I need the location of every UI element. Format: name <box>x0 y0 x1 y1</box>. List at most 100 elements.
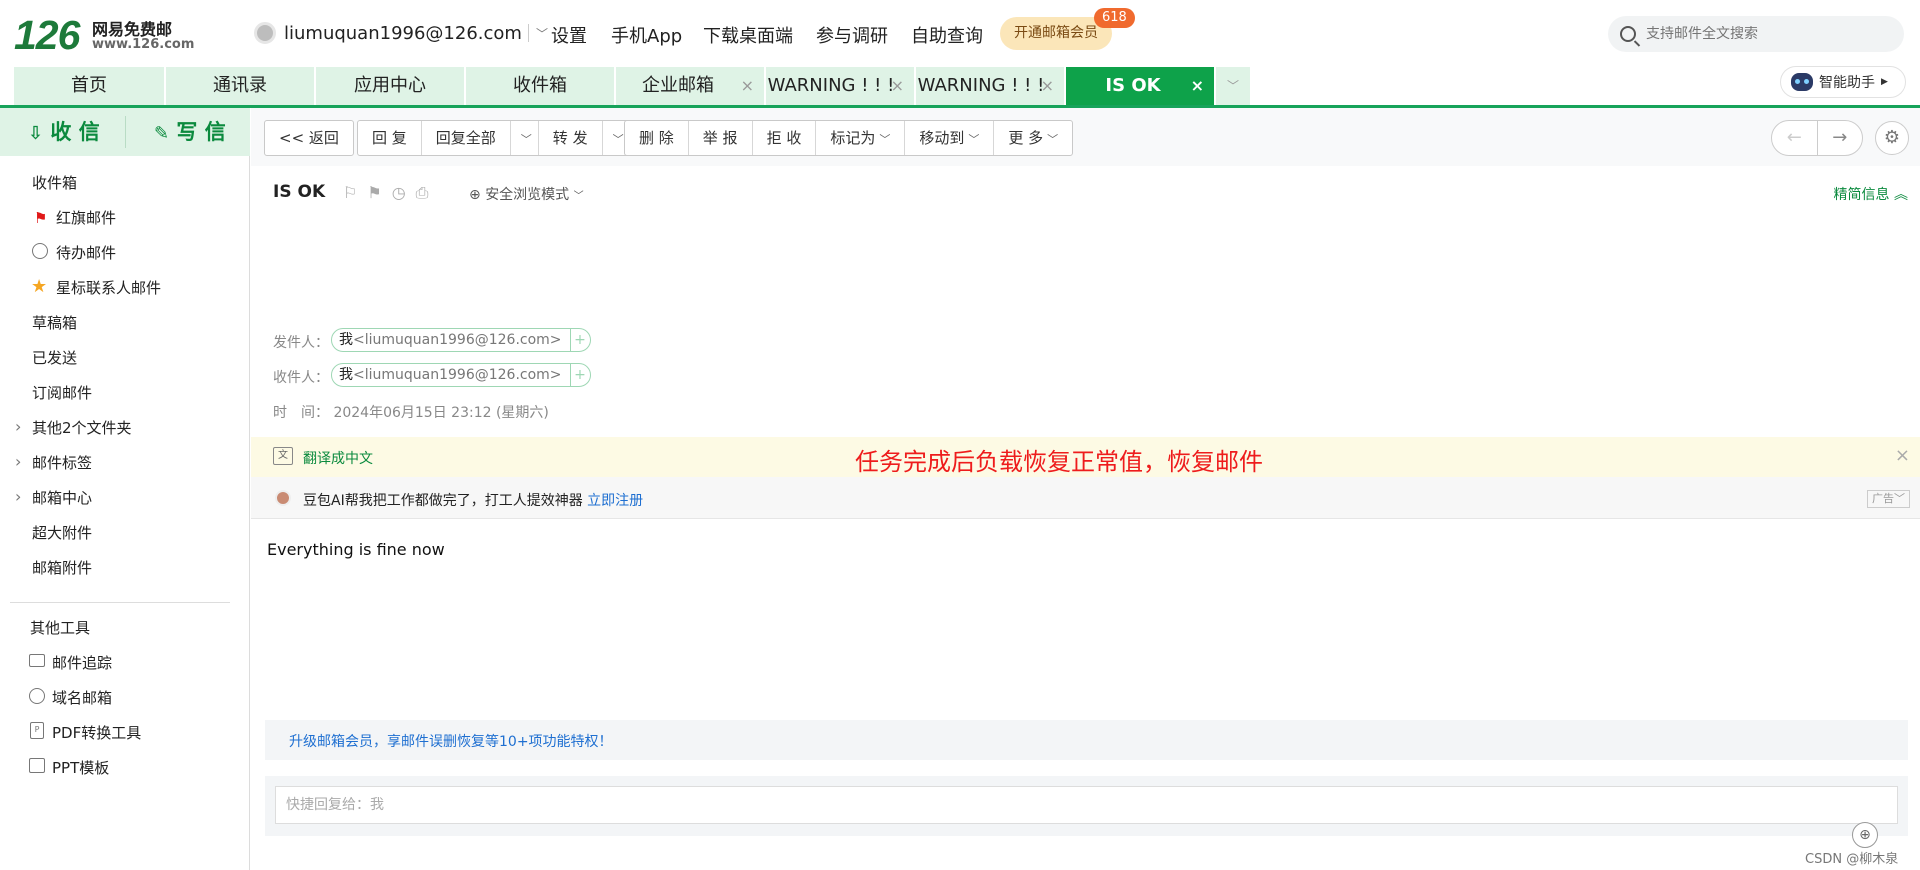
brief-info-toggle[interactable]: 精简信息 ︽ <box>1834 184 1908 204</box>
nav-survey[interactable]: 参与调研 <box>816 22 888 48</box>
mark-as-dropdown[interactable]: 标记为 ﹀ <box>816 121 906 155</box>
recipient-name: 我 <box>339 367 353 383</box>
mail-time: 时 间： 2024年06月15日 23:12 (星期六) <box>273 402 549 422</box>
tab-contacts[interactable]: 通讯录 <box>166 67 314 105</box>
tab-label: 首页 <box>71 75 107 96</box>
account-menu[interactable]: liumuquan1996@126.com ﹀ <box>254 22 548 44</box>
ad-avatar-icon <box>275 490 291 506</box>
logo-number: 126 <box>14 12 80 58</box>
tool-domain-mail[interactable]: 域名邮箱 <box>52 688 112 708</box>
delete-button[interactable]: 删 除 <box>625 121 689 155</box>
mail-subject: IS OK <box>273 182 326 202</box>
clock-icon <box>32 243 48 259</box>
close-icon[interactable]: × <box>741 67 754 105</box>
tab-warning-2[interactable]: WARNING ! ! ! × <box>916 67 1064 105</box>
nav-self-service[interactable]: 自助查询 <box>911 22 983 48</box>
nav-settings[interactable]: 设置 <box>551 22 587 48</box>
star-icon: ★ <box>31 276 48 297</box>
reply-options-dropdown[interactable]: ﹀ <box>511 121 539 155</box>
chevron-down-icon: ﹀ <box>612 133 624 146</box>
mail-reader: << 返回 回 复 回复全部 ﹀ 转 发 ﹀ 删 除 举 报 拒 收 标记为 ﹀ … <box>251 108 1920 870</box>
more-dropdown[interactable]: 更 多 ﹀ <box>994 121 1072 155</box>
move-to-label: 移动到 <box>919 129 965 147</box>
sidebar-item-mail-center[interactable]: 邮箱中心 <box>15 487 92 508</box>
search-input[interactable] <box>1646 26 1886 42</box>
vip-badge: 618 <box>1094 8 1135 28</box>
bookmark-icon[interactable]: ⚐ <box>343 183 357 203</box>
quick-reply-input[interactable]: 快捷回复给：我 <box>275 786 1898 824</box>
tab-app-center[interactable]: 应用中心 <box>316 67 464 105</box>
forward-button[interactable]: 转 发 <box>539 121 603 155</box>
ad-register-link[interactable]: 立即注册 <box>587 493 643 509</box>
tab-more-dropdown[interactable]: ﹀ <box>1216 67 1250 105</box>
tab-home[interactable]: 首页 <box>14 67 164 105</box>
tab-enterprise-mail[interactable]: 企业邮箱 × <box>616 67 764 105</box>
zoom-icon[interactable]: ⊕ <box>1852 822 1878 848</box>
tool-pdf-converter[interactable]: PDF转换工具 <box>52 723 141 743</box>
close-icon[interactable]: × <box>1041 67 1054 105</box>
nav-desktop-download[interactable]: 下载桌面端 <box>703 22 793 48</box>
tab-warning-1[interactable]: WARNING ! ! ! × <box>766 67 914 105</box>
upgrade-link[interactable]: 升级邮箱会员，享邮件误删恢复等10+项功能特权！ <box>289 731 613 751</box>
sidebar-item-labels[interactable]: 邮件标签 <box>15 452 92 473</box>
search-icon[interactable] <box>1620 26 1636 42</box>
add-contact-icon[interactable]: + <box>569 364 590 386</box>
reply-button[interactable]: 回 复 <box>358 121 422 155</box>
time-value: 2024年06月15日 23:12 (星期六) <box>333 405 549 421</box>
sidebar-item-attachments[interactable]: 邮箱附件 <box>32 558 92 578</box>
search-box[interactable] <box>1608 16 1904 52</box>
robot-icon <box>1791 73 1813 91</box>
divider <box>528 24 529 42</box>
tab-inbox[interactable]: 收件箱 <box>466 67 614 105</box>
write-button[interactable]: ✎ 写 信 <box>154 108 226 156</box>
tool-ppt-templates[interactable]: PPT模板 <box>52 758 109 778</box>
upgrade-banner: 升级邮箱会员，享邮件误删恢复等10+项功能特权！ <box>265 720 1908 760</box>
tool-mail-tracking[interactable]: 邮件追踪 <box>52 653 112 673</box>
top-bar: 126 网易免费邮 www.126.com liumuquan1996@126.… <box>0 0 1920 66</box>
nav-mobile-app[interactable]: 手机App <box>611 22 682 48</box>
gear-icon[interactable]: ⚙ <box>1875 121 1909 155</box>
smart-assistant-button[interactable]: 智能助手 ▶ <box>1780 66 1906 98</box>
mark-as-label: 标记为 <box>830 129 876 147</box>
add-contact-icon[interactable]: + <box>569 329 590 351</box>
receive-button[interactable]: ⇩ 收 信 <box>28 108 100 156</box>
close-icon[interactable]: × <box>1191 67 1204 105</box>
sidebar-item-red-flag[interactable]: 红旗邮件 <box>56 208 116 228</box>
back-button[interactable]: << 返回 <box>265 121 353 155</box>
annotation-text: 任务完成后负载恢复正常值，恢复邮件 <box>855 448 1263 476</box>
sidebar-item-drafts[interactable]: 草稿箱 <box>32 313 77 333</box>
previous-mail-arrow-icon[interactable]: ← <box>1772 121 1818 155</box>
sidebar-item-starred[interactable]: 星标联系人邮件 <box>56 278 161 298</box>
sidebar-item-todo[interactable]: 待办邮件 <box>56 243 116 263</box>
tab-is-ok[interactable]: IS OK × <box>1066 67 1214 105</box>
recipient-label: 收件人： <box>273 370 329 386</box>
chevron-down-icon: ﹀ <box>535 26 548 41</box>
chevron-down-icon: ﹀ <box>1226 79 1239 93</box>
reject-button[interactable]: 拒 收 <box>753 121 817 155</box>
sender-chip[interactable]: 我 <liumuquan1996@126.com> + <box>331 328 591 352</box>
sidebar-item-subscriptions[interactable]: 订阅邮件 <box>32 383 92 403</box>
print-icon[interactable]: ⎙ <box>416 183 429 203</box>
back-group: << 返回 <box>264 120 354 156</box>
move-to-dropdown[interactable]: 移动到 ﹀ <box>905 121 995 155</box>
tab-bar: 首页 通讯录 应用中心 收件箱 企业邮箱 × WARNING ! ! ! × WAR… <box>0 66 1920 108</box>
subject-actions: ⚐ ⚑ ◷ ⎙ <box>343 183 428 203</box>
sidebar-item-sent[interactable]: 已发送 <box>32 348 77 368</box>
translate-link[interactable]: 翻译成中文 <box>303 448 373 468</box>
reply-all-button[interactable]: 回复全部 <box>422 121 511 155</box>
ad-tag[interactable]: 广告﹀ <box>1867 490 1910 508</box>
sidebar-item-large-attachments[interactable]: 超大附件 <box>32 523 92 543</box>
recipient-chip[interactable]: 我 <liumuquan1996@126.com> + <box>331 363 591 387</box>
next-mail-arrow-icon[interactable]: → <box>1818 121 1863 155</box>
close-icon[interactable]: × <box>891 67 904 105</box>
assistant-label: 智能助手 <box>1819 75 1875 91</box>
sidebar-item-inbox[interactable]: 收件箱 <box>32 173 77 193</box>
flag-icon[interactable]: ⚑ <box>367 183 381 203</box>
caret-right-icon: ▶ <box>1881 77 1888 87</box>
report-button[interactable]: 举 报 <box>689 121 753 155</box>
ppt-icon <box>29 758 45 773</box>
sidebar-item-other-folders[interactable]: 其他2个文件夹 <box>15 417 131 438</box>
close-icon[interactable]: × <box>1895 445 1910 466</box>
clock-icon[interactable]: ◷ <box>392 183 406 203</box>
safe-browsing-dropdown[interactable]: ⊕ 安全浏览模式 ﹀ <box>469 184 584 204</box>
